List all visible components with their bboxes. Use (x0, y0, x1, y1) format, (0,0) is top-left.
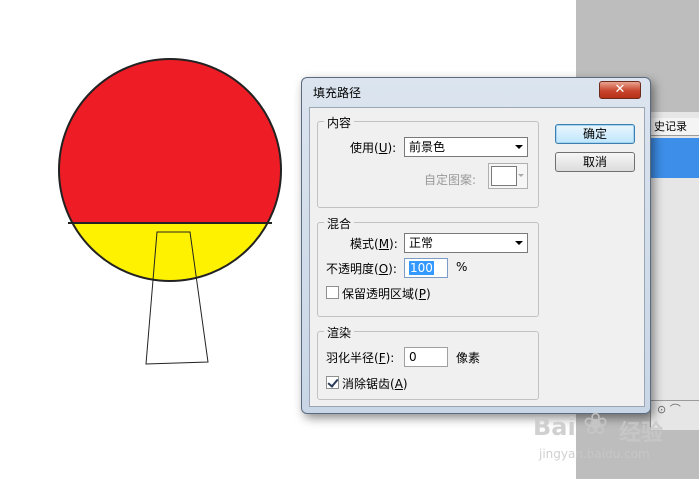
feather-radius-value: 0 (409, 350, 417, 364)
history-panel-tab[interactable]: 史记录 (651, 118, 699, 136)
ok-button[interactable]: 确定 (555, 124, 635, 144)
preserve-transparency-label: 保留透明区域(P) (342, 287, 431, 301)
content-group-legend: 内容 (324, 114, 355, 131)
close-icon: ✕ (614, 82, 626, 97)
history-panel: 史记录 ⊙ ⌒ (650, 112, 699, 430)
blend-group: 混合 模式(M): 正常 不透明度(O): 100 % 保留透明区域(P) (317, 215, 539, 317)
preserve-transparency-checkbox[interactable] (326, 286, 339, 299)
use-select[interactable]: 前景色 (404, 137, 528, 157)
mode-select[interactable]: 正常 (404, 233, 528, 253)
paddle-head (58, 58, 282, 282)
feather-radius-label: 羽化半径(F): (326, 351, 395, 365)
custom-pattern-label: 自定图案: (424, 173, 477, 187)
feather-radius-unit: 像素 (456, 351, 481, 365)
blend-group-legend: 混合 (324, 215, 355, 232)
opacity-unit: % (456, 260, 468, 274)
opacity-input[interactable]: 100 (404, 258, 448, 278)
chevron-down-icon (515, 145, 523, 149)
use-label: 使用(U): (350, 141, 397, 155)
watermark-brand-tail: 经验 (619, 421, 664, 446)
fill-path-dialog: 填充路径 ✕ 内容 使用(U): 前景色 自定图案: 混合 模式(M): 正常 (301, 77, 651, 414)
feather-radius-input[interactable]: 0 (404, 347, 448, 367)
paw-icon: ❀ (583, 407, 609, 442)
anti-alias-checkbox[interactable] (326, 376, 339, 389)
opacity-value: 100 (409, 261, 434, 275)
opacity-label: 不透明度(O): (326, 262, 397, 276)
pattern-swatch (491, 166, 517, 186)
chevron-down-icon (518, 174, 524, 177)
render-group: 渲染 羽化半径(F): 0 像素 消除锯齿(A) (317, 324, 539, 400)
paddle-red-face (59, 59, 281, 223)
baidu-watermark: Bai ❀ 经验 jingyan.baidu.com (533, 403, 693, 473)
dialog-titlebar[interactable]: 填充路径 ✕ (302, 78, 650, 104)
close-button[interactable]: ✕ (599, 81, 641, 99)
mode-select-value: 正常 (409, 236, 434, 250)
paddle-yellow-band (59, 223, 281, 281)
content-group: 内容 使用(U): 前景色 自定图案: (317, 114, 539, 208)
watermark-url: jingyan.baidu.com (539, 447, 650, 461)
history-panel-selected-row[interactable] (651, 138, 699, 178)
chevron-down-icon (515, 241, 523, 245)
mode-label: 模式(M): (350, 237, 398, 251)
watermark-brand: Bai (533, 413, 576, 441)
use-select-value: 前景色 (409, 140, 446, 154)
anti-alias-label: 消除锯齿(A) (342, 377, 408, 391)
render-group-legend: 渲染 (324, 324, 355, 341)
dialog-body: 内容 使用(U): 前景色 自定图案: 混合 模式(M): 正常 不透明度(O)… (309, 107, 645, 407)
cancel-button[interactable]: 取消 (555, 152, 635, 172)
dialog-title: 填充路径 (313, 86, 362, 100)
custom-pattern-picker (488, 163, 528, 189)
